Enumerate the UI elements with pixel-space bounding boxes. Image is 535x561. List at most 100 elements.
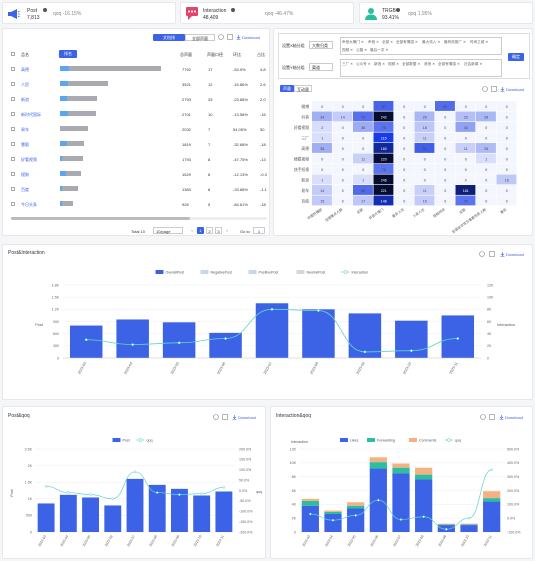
row-name[interactable]: 人民 — [21, 82, 29, 87]
filter-tag[interactable]: 三厂 ✕ — [342, 62, 353, 67]
axis-tick-label: 0 — [57, 356, 59, 360]
table-icon[interactable] — [489, 414, 495, 420]
row-name[interactable]: 今日头条 — [21, 202, 37, 207]
filter-tag[interactable]: 视频 ✕ — [342, 48, 353, 53]
page-2-button[interactable]: 2 — [206, 227, 213, 234]
heatmap-cell-value: 0 — [321, 105, 323, 109]
row-checkbox[interactable] — [11, 67, 15, 71]
filter-tag[interactable]: 最有效推广 ✕ — [444, 40, 466, 45]
toggle-doc-button[interactable]: 文档排 — [153, 34, 185, 41]
filter-tag[interactable]: 公众号 ✕ — [356, 62, 371, 67]
download-link[interactable]: Download — [238, 415, 256, 420]
forwarding-bar — [437, 524, 455, 526]
download-link[interactable]: Download — [506, 252, 524, 257]
qoq-point — [133, 470, 137, 474]
table-icon[interactable] — [491, 86, 497, 92]
download-link[interactable]: Download — [242, 35, 260, 40]
y-axis-group-select[interactable]: 渠道 — [309, 63, 333, 71]
qoq-point — [490, 468, 493, 471]
page-1-button[interactable]: 1 — [197, 227, 204, 234]
row-name[interactable]: 搜狗 — [21, 172, 29, 177]
row-checkbox[interactable] — [11, 187, 15, 191]
per-page-select[interactable]: 10/page — [153, 227, 183, 234]
confirm-button[interactable]: 确定 — [508, 53, 524, 61]
help-icon[interactable] — [213, 414, 219, 420]
row-name[interactable]: 新浪 — [21, 97, 29, 102]
row-name[interactable]: 新时代国际 — [21, 112, 41, 117]
help-icon[interactable] — [218, 34, 224, 40]
info-icon — [231, 8, 235, 12]
axis-tick-label: 6K — [487, 320, 492, 324]
row-checkbox[interactable] — [11, 142, 15, 146]
row-checkbox[interactable] — [11, 202, 15, 206]
axis-tick-label: 400.0% — [507, 461, 520, 465]
row-checkbox[interactable] — [11, 97, 15, 101]
download-icon[interactable] — [500, 87, 505, 92]
filter-tag[interactable]: 视频 ✕ — [388, 62, 399, 67]
filter-tag[interactable]: 最大流入 ✕ — [422, 40, 440, 45]
col-header-share: 占比 — [257, 52, 265, 57]
filter-tag[interactable]: 公路 ✕ — [356, 48, 367, 53]
tab-interaction[interactable]: 互动量 — [294, 85, 312, 92]
x-axis-tick-label: 2023-10 — [402, 362, 412, 375]
table-icon[interactable] — [489, 251, 495, 257]
row-change: -23.88% — [233, 97, 248, 102]
heatmap-cell-value: 0 — [506, 168, 508, 172]
row-checkbox[interactable] — [11, 127, 15, 131]
download-icon[interactable] — [499, 415, 504, 420]
post-bar — [193, 495, 211, 532]
row-checkbox[interactable] — [11, 112, 15, 116]
row-volume: 1383 — [182, 187, 191, 192]
post-interaction-panel: Post&Interaction Download OverallPost Neg… — [2, 244, 533, 400]
row-name[interactable]: 好看视频 — [21, 157, 37, 162]
help-icon[interactable] — [482, 86, 488, 92]
toggle-all-button[interactable]: 全部声量 — [185, 34, 215, 41]
download-icon[interactable] — [500, 252, 505, 257]
row-name[interactable]: 易车 — [21, 127, 29, 132]
table-icon[interactable] — [222, 414, 228, 420]
row-checkbox[interactable] — [11, 172, 15, 176]
interaction-point — [409, 349, 413, 353]
heatmap-col-label: 最多人流 — [391, 206, 405, 218]
next-page-button[interactable]: › — [224, 227, 230, 234]
row-checkbox[interactable] — [11, 157, 15, 161]
help-icon[interactable] — [480, 414, 486, 420]
horizontal-scrollbar[interactable] — [11, 217, 267, 220]
filter-tag[interactable]: 全部有情感 ✕ — [438, 62, 460, 67]
goto-input[interactable]: 1 — [253, 227, 265, 234]
download-link[interactable]: Download — [506, 87, 524, 92]
download-icon[interactable] — [232, 415, 237, 420]
filter-tag[interactable]: 全部有情感 ✕ — [396, 40, 418, 45]
axis-tick-label: 0.0% — [507, 516, 516, 520]
filter-tag[interactable]: 声音 ✕ — [368, 40, 379, 45]
axis-tick-label: 4K — [487, 332, 492, 336]
row-name[interactable]: 高德 — [21, 67, 29, 72]
filter-tag[interactable]: 全部数据 ✕ — [402, 62, 420, 67]
filter-tag[interactable]: 其他 ✕ — [424, 62, 435, 67]
download-icon[interactable] — [236, 35, 241, 40]
filter-tag[interactable]: 声音大嗓门 ✕ — [342, 40, 364, 45]
page-3-button[interactable]: 3 — [215, 227, 222, 234]
post-bar — [302, 309, 335, 358]
row-volume-bar-highlight — [60, 156, 63, 161]
filter-tag[interactable]: 社会新闻 ✕ — [464, 62, 482, 67]
row-change: -47.75% — [233, 157, 248, 162]
filter-tag[interactable]: 新浪 ✕ — [374, 62, 385, 67]
filter-tag[interactable]: 时间之城 ✕ — [470, 40, 488, 45]
prev-page-button[interactable]: ‹ — [189, 227, 195, 234]
col-header-rank[interactable]: 排名 — [59, 50, 77, 58]
tab-volume[interactable]: 声量 — [280, 85, 294, 92]
row-name[interactable]: 慧聪 — [21, 142, 29, 147]
x-axis-group-select[interactable]: 大数归类 — [309, 41, 333, 49]
table-icon[interactable] — [227, 34, 233, 40]
download-link[interactable]: Download — [505, 415, 523, 420]
help-icon[interactable] — [479, 251, 485, 257]
heatmap-cell-value: 0 — [506, 116, 508, 120]
heatmap-col-label: 全国重点人群 — [324, 206, 344, 222]
filter-tag[interactable]: 最后一次 ✕ — [370, 48, 388, 53]
row-name[interactable]: 百度 — [21, 187, 29, 192]
select-all-checkbox[interactable] — [11, 52, 15, 56]
heatmap-cell-value: 0 — [403, 200, 405, 204]
row-checkbox[interactable] — [11, 82, 15, 86]
filter-tag[interactable]: 全部 ✕ — [382, 40, 393, 45]
